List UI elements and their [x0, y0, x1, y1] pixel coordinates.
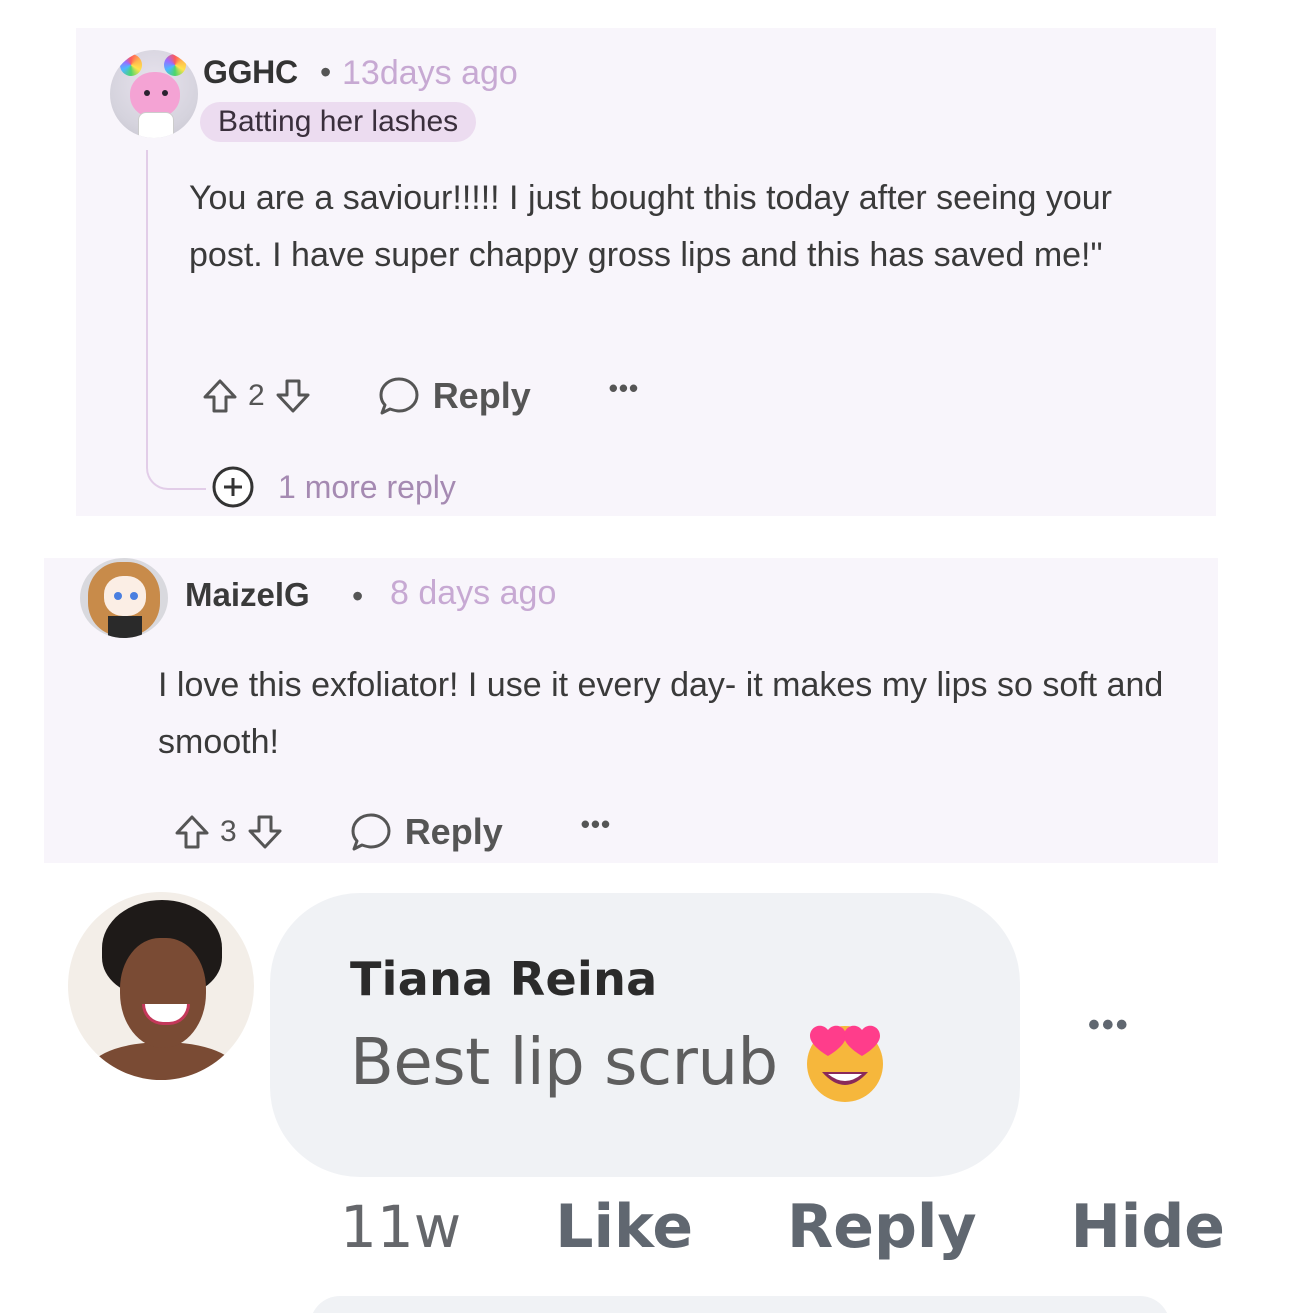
user-flair: Batting her lashes	[200, 102, 477, 142]
reply-button[interactable]: Reply	[349, 810, 503, 854]
reply-label: Reply	[404, 811, 503, 852]
reply-button[interactable]: Reply	[377, 374, 531, 418]
comment-icon	[351, 813, 391, 851]
comment-actions: 11w Like Reply Hide	[340, 1192, 1225, 1262]
more-replies-link[interactable]: 1 more reply	[210, 464, 456, 510]
more-options-button[interactable]: •••	[581, 809, 611, 840]
expand-icon	[212, 466, 254, 508]
heart-eyes-emoji	[807, 1025, 883, 1102]
comment-actions: 2 Reply •••	[200, 368, 639, 424]
reply-button[interactable]: Reply	[787, 1192, 977, 1262]
upvote-icon[interactable]	[172, 812, 212, 852]
comment-text: I love this exfoliator! I use it every d…	[158, 666, 1164, 761]
timestamp[interactable]: 8 days ago	[390, 574, 556, 613]
comment-actions: 3 Reply •••	[172, 804, 611, 860]
downvote-icon[interactable]	[273, 376, 313, 416]
separator-dot: •	[352, 578, 364, 614]
vote-count: 3	[220, 815, 237, 848]
like-button[interactable]: Like	[555, 1192, 693, 1262]
more-replies-label: 1 more reply	[278, 468, 456, 505]
more-options-button[interactable]: •••	[1088, 1006, 1130, 1045]
timestamp[interactable]: 13days ago	[342, 54, 518, 93]
hide-button[interactable]: Hide	[1071, 1192, 1225, 1262]
comment-text: Best lip scrub	[350, 1026, 778, 1100]
vote-count: 2	[248, 379, 265, 412]
comment-author[interactable]: Tiana Reina	[350, 952, 657, 1006]
timestamp[interactable]: 11w	[340, 1193, 461, 1261]
avatar[interactable]	[80, 558, 168, 638]
separator-dot: •	[320, 54, 332, 90]
next-comment-bubble	[310, 1296, 1170, 1313]
avatar[interactable]	[110, 50, 198, 138]
username[interactable]: GGHC	[203, 54, 298, 91]
screenshot-root: GGHC • 13days ago Batting her lashes You…	[0, 0, 1313, 1313]
downvote-icon[interactable]	[245, 812, 285, 852]
more-options-button[interactable]: •••	[609, 373, 639, 404]
comment-icon	[379, 377, 419, 415]
avatar[interactable]	[68, 892, 254, 1080]
comment-text: You are a saviour!!!!! I just bought thi…	[189, 179, 1112, 274]
username[interactable]: MaizelG	[185, 576, 310, 614]
reply-label: Reply	[432, 375, 531, 416]
upvote-icon[interactable]	[200, 376, 240, 416]
